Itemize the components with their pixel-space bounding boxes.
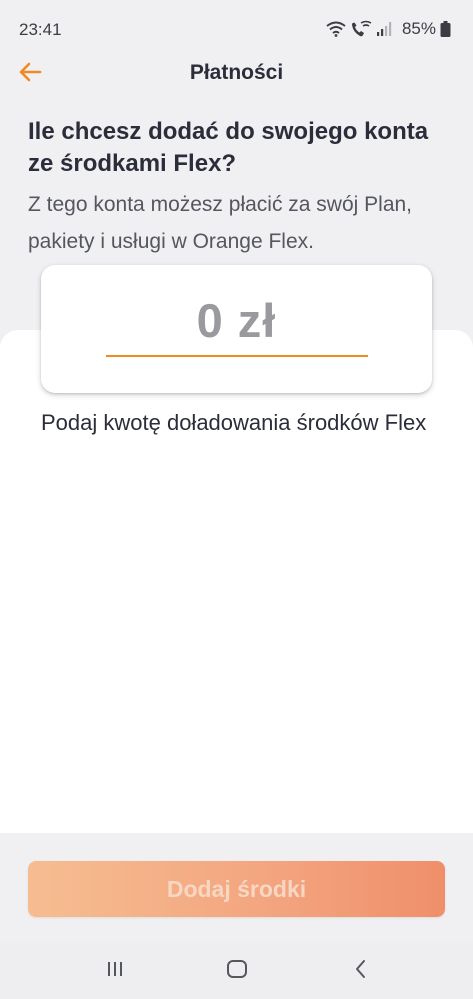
home-button[interactable] <box>222 957 252 985</box>
recent-apps-icon <box>105 960 125 983</box>
amount-hint: Podaj kwotę doładowania środków Flex <box>41 410 427 435</box>
recent-apps-button[interactable] <box>100 957 130 985</box>
home-icon <box>226 959 248 984</box>
back-icon <box>353 959 369 984</box>
signal-icon <box>376 21 392 37</box>
amount-input[interactable]: 0 zł <box>41 293 432 348</box>
wifi-call-icon <box>350 20 372 38</box>
battery-percent: 85% <box>401 19 436 38</box>
add-funds-button-label: Dodaj środki <box>166 875 307 902</box>
headline: Ile chcesz dodać do swojego konta ze śro… <box>28 118 429 177</box>
status-bar: 23:41 85% <box>0 0 473 58</box>
page-title: Płatności <box>189 61 284 84</box>
amount-input-card[interactable]: 0 zł <box>41 265 432 393</box>
amount-underline <box>106 355 368 357</box>
description-text: Z tego konta możesz płacić za swój Plan,… <box>28 193 413 253</box>
status-time: 23:41 <box>19 20 62 39</box>
status-icons: 85% <box>326 19 451 39</box>
add-funds-button[interactable]: Dodaj środki <box>28 861 445 917</box>
system-nav-bar <box>0 943 473 999</box>
back-nav-button[interactable] <box>346 957 376 985</box>
battery-icon <box>440 21 451 37</box>
wifi-icon <box>326 21 346 37</box>
app-header: Płatności <box>0 58 473 92</box>
